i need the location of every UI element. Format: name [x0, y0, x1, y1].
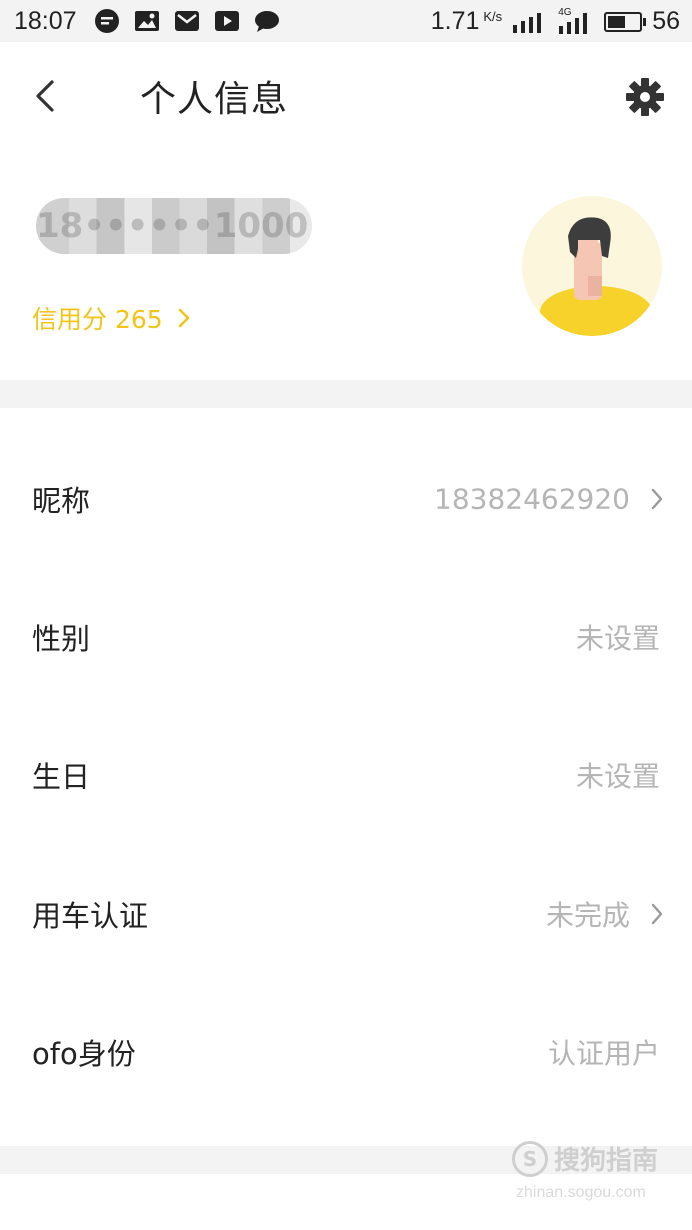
- gear-icon[interactable]: [624, 76, 666, 118]
- info-row[interactable]: 用车认证 未完成: [0, 845, 692, 983]
- section-divider: [0, 380, 692, 408]
- picture-icon: [134, 8, 160, 34]
- avatar[interactable]: [522, 196, 662, 336]
- notification-icons: [94, 8, 280, 34]
- row-value: 18382462920: [434, 482, 630, 516]
- chevron-right-icon: [651, 488, 663, 510]
- credit-score-link[interactable]: 信用分 265: [32, 300, 191, 336]
- row-label: 用车认证: [32, 899, 149, 933]
- phone-number: 18••••••1000: [36, 206, 309, 246]
- info-row: 生日 未设置: [0, 706, 692, 844]
- video-icon: [214, 8, 240, 34]
- watermark-url: zhinan.sogou.com: [516, 1184, 646, 1201]
- row-value: 未设置: [575, 622, 660, 655]
- info-row: 性别 未设置: [0, 568, 692, 706]
- net-speed-unit: K/s: [483, 9, 503, 24]
- status-time: 18:07: [14, 7, 77, 35]
- row-value: 认证用户: [547, 1037, 660, 1070]
- chat-icon: [254, 8, 280, 34]
- phone-number-blurred: 18••••••1000: [36, 198, 312, 254]
- battery-icon: [604, 11, 647, 32]
- info-row: ofo身份 认证用户: [0, 983, 692, 1121]
- page-title: 个人信息: [140, 79, 289, 120]
- watermark-text: 搜狗指南: [554, 1146, 659, 1176]
- row-label: 昵称: [32, 484, 91, 518]
- signal-4g-icon: [559, 12, 588, 34]
- net-speed-value: 1.71: [430, 7, 480, 35]
- watermark-logo-icon: S: [512, 1140, 548, 1177]
- info-row[interactable]: 昵称 18382462920: [0, 430, 692, 568]
- row-value: 未设置: [575, 760, 660, 793]
- credit-score-label: 信用分 265: [32, 305, 163, 334]
- status-bar: 18:07 1.71 K/s 4G 56: [0, 0, 692, 42]
- battery-fill: [608, 15, 626, 28]
- status-right: 1.71 K/s 4G 56: [431, 7, 680, 36]
- watermark: S 搜狗指南: [512, 1140, 658, 1177]
- row-label: ofo身份: [32, 1037, 136, 1071]
- row-value: 未完成: [545, 899, 630, 932]
- avatar-person-icon: [540, 217, 652, 336]
- row-label: 生日: [32, 760, 91, 794]
- row-label: 性别: [32, 622, 91, 656]
- chevron-right-icon: [651, 903, 663, 925]
- chevron-right-icon: [178, 308, 189, 328]
- mail-icon: [174, 8, 200, 34]
- message-icon: [94, 8, 120, 34]
- back-arrow-icon[interactable]: [28, 76, 64, 116]
- battery-percent: 56: [652, 7, 680, 35]
- nav-bar: 个人信息: [0, 42, 692, 150]
- network-type-signal: 4G: [558, 7, 594, 35]
- net-speed: 1.71 K/s: [431, 7, 502, 36]
- signal-icon: [513, 12, 542, 33]
